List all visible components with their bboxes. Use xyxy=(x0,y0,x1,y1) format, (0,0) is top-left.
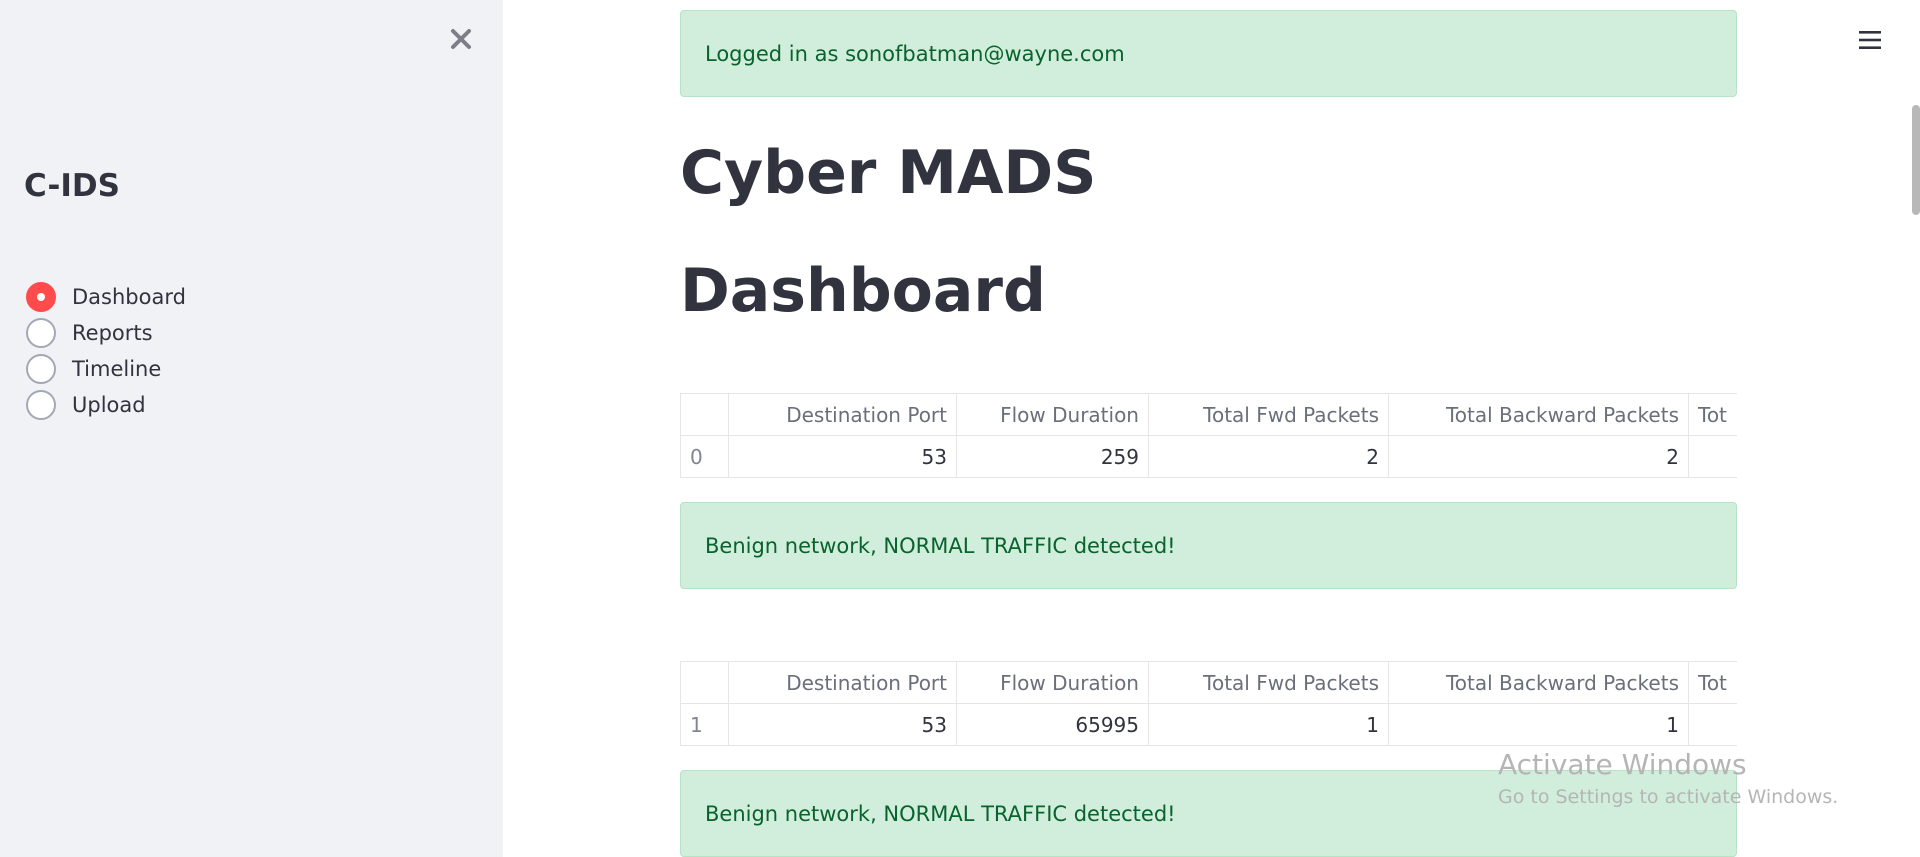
app-window: C-IDS Dashboard Reports Timeline Upload xyxy=(0,0,1920,857)
table-cell: 2 xyxy=(1148,435,1389,478)
sidebar-title: C-IDS xyxy=(24,168,120,204)
column-header[interactable]: Flow Duration xyxy=(956,393,1149,436)
table-cell: 1 xyxy=(1148,703,1389,746)
nav-item-label: Dashboard xyxy=(72,285,186,309)
row-index: 1 xyxy=(680,703,729,746)
page-title: Dashboard xyxy=(680,256,1046,326)
column-header[interactable]: Total Fwd Packets xyxy=(1148,393,1389,436)
nav-item-label: Timeline xyxy=(72,357,162,381)
column-header[interactable]: Destination Port xyxy=(728,393,957,436)
column-header[interactable] xyxy=(680,661,729,704)
content-column: Logged in as sonofbatman@wayne.com Cyber… xyxy=(680,10,1737,857)
row-index: 0 xyxy=(680,435,729,478)
close-sidebar-button[interactable] xyxy=(444,22,478,56)
nav-item-label: Reports xyxy=(72,321,153,345)
column-header[interactable]: Flow Duration xyxy=(956,661,1149,704)
app-title: Cyber MADS xyxy=(680,138,1097,208)
nav-item-timeline[interactable]: Timeline xyxy=(26,351,186,387)
table-header-row: Destination Port Flow Duration Total Fwd… xyxy=(680,661,1737,704)
table-cell: 65995 xyxy=(956,703,1149,746)
sidebar: C-IDS Dashboard Reports Timeline Upload xyxy=(0,0,503,857)
dataframe[interactable]: Destination Port Flow Duration Total Fwd… xyxy=(680,661,1737,746)
table-cell: 53 xyxy=(728,435,957,478)
watermark-subtitle: Go to Settings to activate Windows. xyxy=(1498,786,1839,808)
table-header-row: Destination Port Flow Duration Total Fwd… xyxy=(680,393,1737,436)
radio-selected-icon[interactable] xyxy=(26,282,56,312)
nav-radio-group: Dashboard Reports Timeline Upload xyxy=(26,279,186,423)
column-header[interactable]: Tot xyxy=(1688,661,1737,704)
table-cell: 53 xyxy=(728,703,957,746)
watermark-title: Activate Windows xyxy=(1498,748,1747,781)
close-icon xyxy=(451,29,471,49)
traffic-result-alert: Benign network, NORMAL TRAFFIC detected! xyxy=(680,502,1737,589)
scrollbar-thumb[interactable] xyxy=(1912,105,1920,215)
column-header[interactable]: Total Backward Packets xyxy=(1388,393,1689,436)
hamburger-menu-icon xyxy=(1859,31,1881,49)
table-row: 1 53 65995 1 1 xyxy=(680,703,1737,746)
nav-item-label: Upload xyxy=(72,393,146,417)
dataframe[interactable]: Destination Port Flow Duration Total Fwd… xyxy=(680,393,1737,478)
column-header[interactable]: Tot xyxy=(1688,393,1737,436)
activation-watermark: Activate Windows Go to Settings to activ… xyxy=(1498,748,1838,812)
radio-unselected-icon[interactable] xyxy=(26,354,56,384)
nav-item-upload[interactable]: Upload xyxy=(26,387,186,423)
table-cell xyxy=(1688,435,1737,478)
login-status-alert: Logged in as sonofbatman@wayne.com xyxy=(680,10,1737,97)
nav-item-dashboard[interactable]: Dashboard xyxy=(26,279,186,315)
main-content: Logged in as sonofbatman@wayne.com Cyber… xyxy=(503,0,1920,857)
column-header[interactable]: Destination Port xyxy=(728,661,957,704)
column-header[interactable]: Total Backward Packets xyxy=(1388,661,1689,704)
main-menu-button[interactable] xyxy=(1852,22,1888,58)
column-header[interactable] xyxy=(680,393,729,436)
table-cell: 259 xyxy=(956,435,1149,478)
table-cell xyxy=(1688,703,1737,746)
table-row: 0 53 259 2 2 xyxy=(680,435,1737,478)
radio-unselected-icon[interactable] xyxy=(26,390,56,420)
nav-item-reports[interactable]: Reports xyxy=(26,315,186,351)
column-header[interactable]: Total Fwd Packets xyxy=(1148,661,1389,704)
table-cell: 1 xyxy=(1388,703,1689,746)
radio-unselected-icon[interactable] xyxy=(26,318,56,348)
table-cell: 2 xyxy=(1388,435,1689,478)
